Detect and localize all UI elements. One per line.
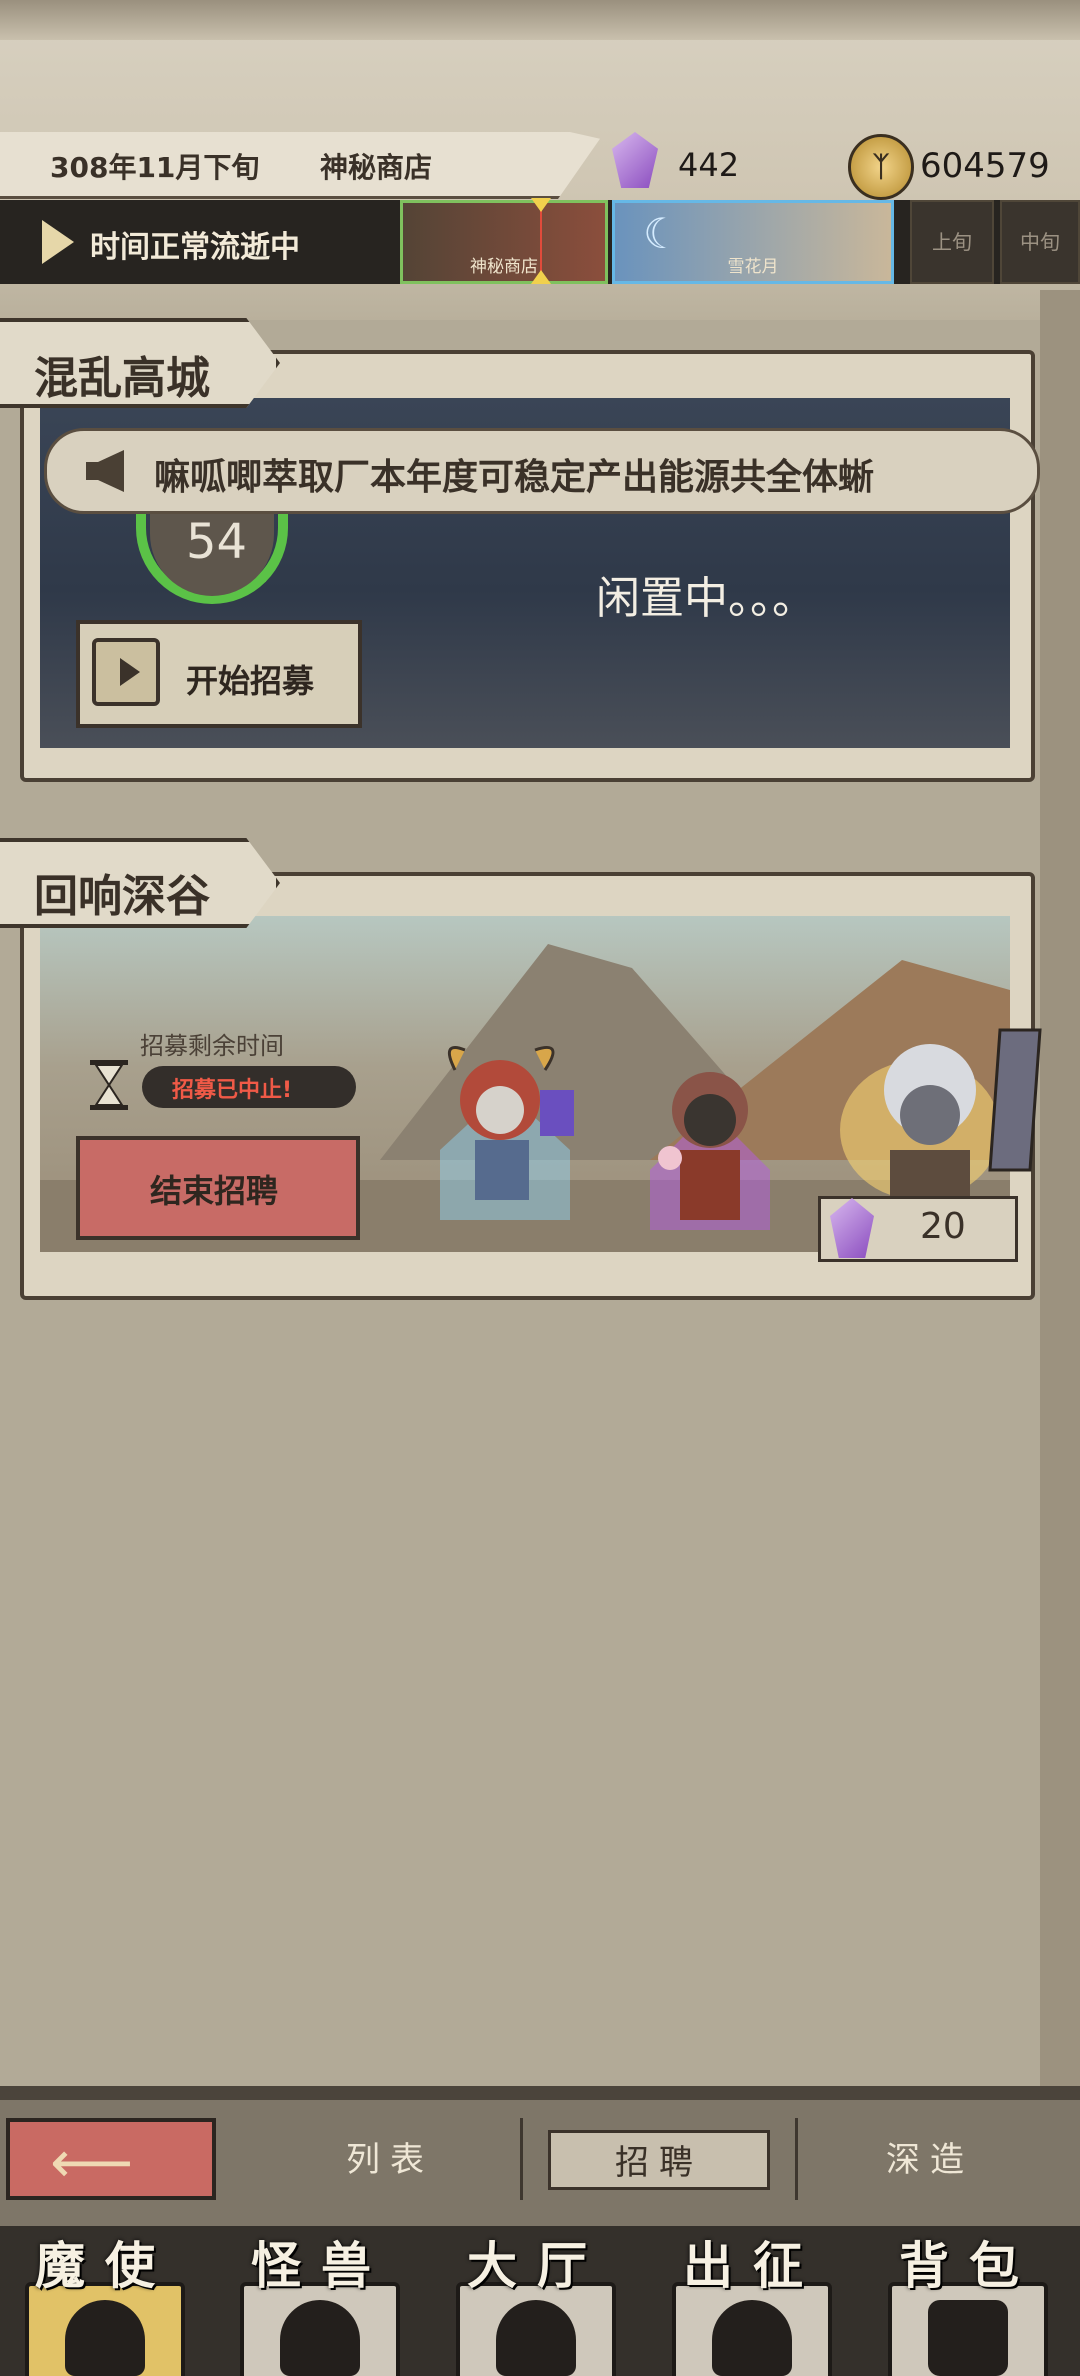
hourglass-icon	[90, 1060, 128, 1110]
recruit-stopped-label: 招募已中止!	[172, 1078, 293, 1103]
remaining-time-label: 招募剩余时间	[140, 1032, 284, 1060]
candidate-character[interactable]	[640, 1040, 780, 1240]
monster-icon	[280, 2300, 360, 2376]
end-recruit-label: 结束招聘	[150, 1172, 279, 1210]
nav-label: 魔使	[35, 2237, 175, 2295]
coin-count: 604579	[920, 146, 1050, 186]
recruit-cost-value: 20	[920, 1206, 966, 1247]
play-icon[interactable]	[42, 220, 74, 264]
subtab-bar-edge	[0, 2086, 1080, 2100]
gem-count: 442	[678, 146, 740, 184]
speaker-icon	[86, 450, 124, 492]
nav-label: 背包	[899, 2237, 1039, 2295]
time-marker-top	[531, 198, 551, 212]
idle-status: 闲置中。。。	[596, 573, 816, 624]
tab-recruit[interactable]: 招聘	[548, 2130, 770, 2190]
skull-icon	[65, 2300, 145, 2376]
calendar-event-label: 神秘商店	[470, 257, 538, 277]
calendar-month-label: 雪花月	[727, 257, 779, 277]
calendar-early-period[interactable]: 上旬	[910, 200, 994, 284]
nav-label: 出征	[683, 2237, 823, 2295]
date-label: 308年11月下旬	[50, 151, 260, 184]
calendar-month-snow[interactable]: ☾ 雪花月	[612, 200, 894, 284]
panel-title: 混乱高城	[34, 353, 210, 404]
time-status: 时间正常流逝中	[90, 230, 300, 265]
start-recruit-label: 开始招募	[186, 662, 315, 700]
rune-coin-icon: ᛉ	[848, 134, 914, 200]
nav-label: 怪兽	[251, 2237, 391, 2295]
moon-icon: ☾	[643, 209, 681, 258]
counter-value: 54	[186, 514, 248, 570]
panel-title: 回响深谷	[34, 871, 210, 922]
back-arrow-icon: ⟵	[50, 2128, 134, 2196]
candidate-character[interactable]	[830, 1010, 1050, 1220]
time-marker-bottom	[531, 270, 551, 284]
announcement-text: 嘛呱唧萃取厂本年度可稳定产出能源共全体蜥	[154, 457, 875, 498]
nav-label: 大厅	[467, 2237, 607, 2295]
calendar-event-shop[interactable]: 神秘商店	[400, 200, 608, 284]
candidate-character[interactable]	[430, 1030, 580, 1230]
location-label: 神秘商店	[320, 151, 433, 184]
tab-list[interactable]: 列表	[290, 2130, 490, 2190]
calendar-period-label: 中旬	[1020, 230, 1060, 254]
tab-forge[interactable]: 深造	[830, 2130, 1030, 2190]
calendar-mid-period[interactable]: 中旬	[1000, 200, 1080, 284]
backpack-icon	[928, 2300, 1008, 2376]
tab-divider	[520, 2118, 523, 2200]
film-play-icon	[120, 658, 140, 686]
hall-icon	[496, 2300, 576, 2376]
header-rim	[0, 0, 1080, 40]
expedition-icon	[712, 2300, 792, 2376]
tab-divider	[795, 2118, 798, 2200]
calendar-period-label: 上旬	[932, 230, 972, 254]
